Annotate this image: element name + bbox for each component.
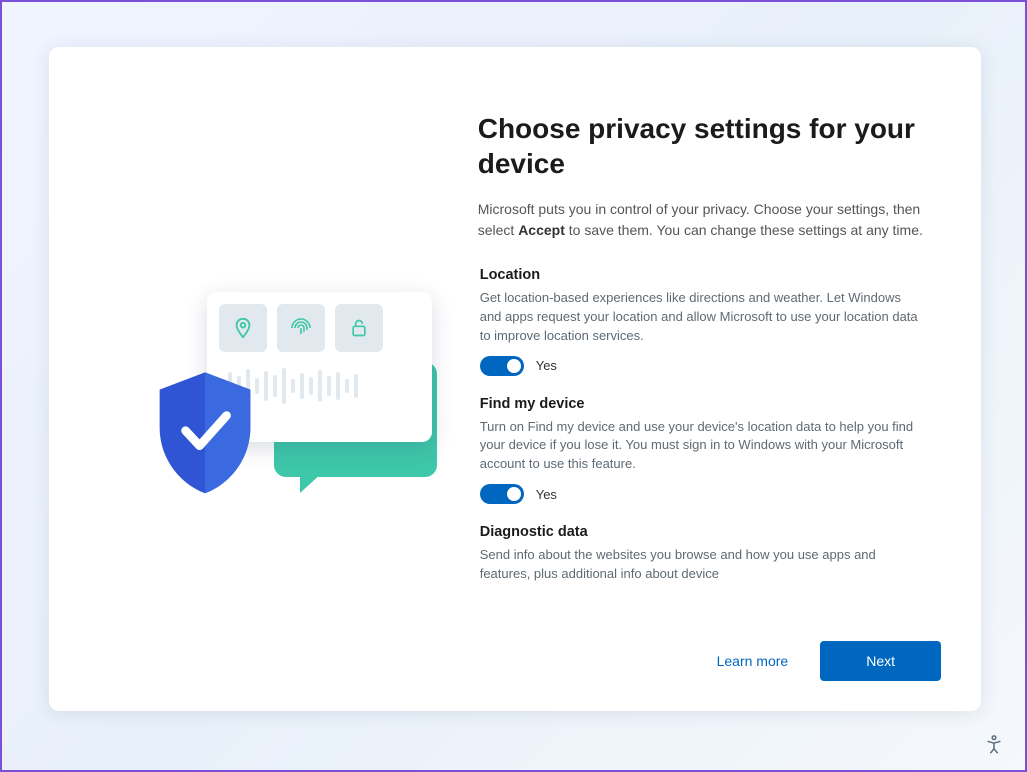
location-pin-icon [219, 304, 267, 352]
subtitle-post: to save them. You can change these setti… [565, 222, 923, 238]
subtitle-bold: Accept [518, 222, 565, 238]
setting-title: Find my device [480, 396, 925, 412]
toggle-label: Yes [536, 358, 557, 373]
toggle-label: Yes [536, 487, 557, 502]
content-pane: Choose privacy settings for your device … [478, 47, 981, 711]
learn-more-link[interactable]: Learn more [713, 645, 793, 677]
fingerprint-icon [277, 304, 325, 352]
setting-desc: Send info about the websites you browse … [480, 546, 925, 584]
privacy-illustration [169, 292, 469, 522]
page-subtitle: Microsoft puts you in control of your pr… [478, 199, 925, 241]
setting-find-my-device: Find my device Turn on Find my device an… [480, 396, 925, 505]
lock-icon [335, 304, 383, 352]
next-button[interactable]: Next [820, 641, 941, 681]
privacy-settings-card: Choose privacy settings for your device … [49, 47, 981, 711]
accessibility-icon[interactable] [983, 734, 1005, 756]
toggle-find-my-device[interactable] [480, 484, 524, 504]
setting-title: Diagnostic data [480, 524, 925, 540]
shield-check-icon [151, 368, 259, 498]
toggle-location[interactable] [480, 356, 524, 376]
setting-diagnostic-data: Diagnostic data Send info about the webs… [480, 524, 925, 584]
setting-desc: Turn on Find my device and use your devi… [480, 418, 925, 475]
setting-title: Location [480, 267, 925, 283]
illustration-pane [49, 47, 478, 711]
page-title: Choose privacy settings for your device [478, 111, 925, 181]
setting-desc: Get location-based experiences like dire… [480, 289, 925, 346]
footer-actions: Learn more Next [713, 641, 941, 681]
setting-location: Location Get location-based experiences … [480, 267, 925, 376]
